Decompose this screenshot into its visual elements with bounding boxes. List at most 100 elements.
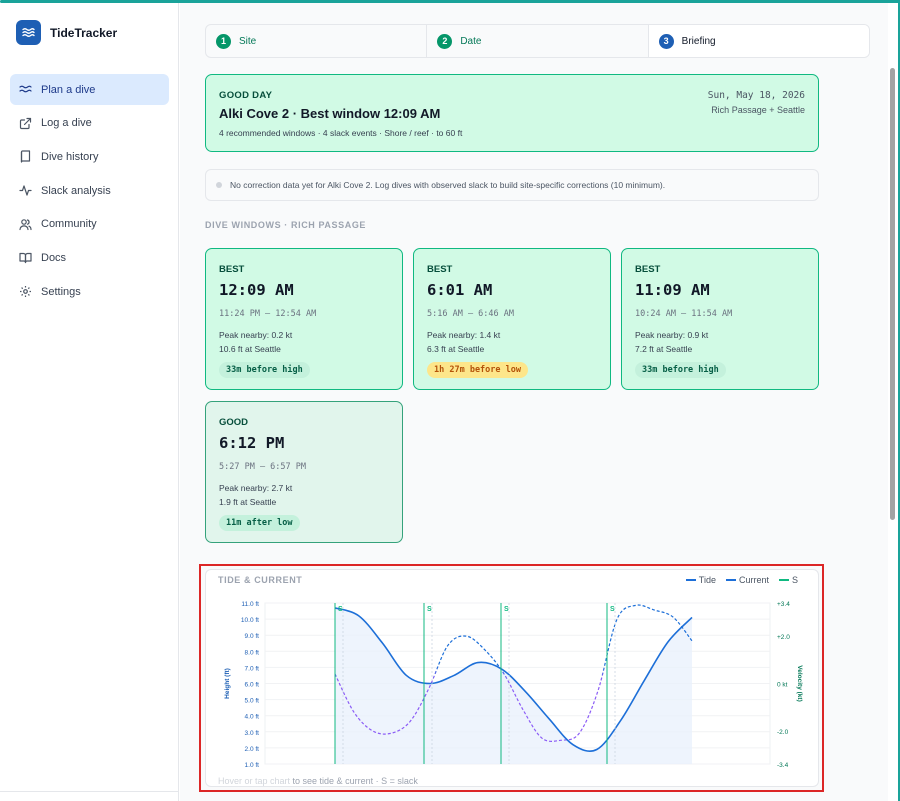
step-date[interactable]: 2 Date — [427, 25, 649, 57]
slack-label: S — [504, 606, 509, 613]
users-icon — [19, 218, 32, 230]
y-right-tick: -3.4 — [777, 762, 789, 769]
sidebar-item-plan-a-dive[interactable]: Plan a dive — [10, 74, 169, 105]
dive-window-card[interactable]: BEST 12:09 AM 11:24 PM – 12:54 AM Peak n… — [205, 248, 403, 390]
window-tide-height: 6.3 ft at Seattle — [427, 344, 485, 354]
window-timing-badge: 1h 27m before low — [427, 362, 528, 378]
chart-hint: Hover or tap chart to see tide & current… — [218, 776, 418, 786]
y-right-tick: +2.0 — [777, 634, 790, 641]
slack-label: S — [338, 606, 343, 613]
window-range: 10:24 AM – 11:54 AM — [635, 309, 733, 319]
window-timing-badge: 33m before high — [635, 362, 726, 378]
legend-item-slack: S — [778, 575, 798, 585]
window-tide-height: 1.9 ft at Seattle — [219, 497, 277, 507]
book-icon — [20, 150, 31, 163]
notice-text: No correction data yet for Alki Cove 2. … — [230, 180, 666, 190]
summary-date: Sun, May 18, 2026 — [707, 90, 805, 101]
activity-icon — [19, 185, 32, 196]
y-left-tick: 7.0 ft — [245, 665, 260, 672]
open-book-icon — [19, 253, 32, 264]
y-right-label: Velocity (kt) — [796, 665, 803, 701]
sidebar: TideTracker Plan a dive Log a dive Dive … — [0, 3, 179, 801]
chart-title: TIDE & CURRENT — [218, 575, 303, 585]
dive-windows-heading: DIVE WINDOWS · RICH PASSAGE — [205, 220, 367, 230]
window-rating: GOOD — [219, 417, 249, 428]
y-left-tick: 5.0 ft — [245, 698, 260, 705]
window-timing-badge: 11m after low — [219, 515, 300, 531]
tide-current-chart[interactable]: 11.0 ft 10.0 ft 9.0 ft 8.0 ft 7.0 ft 6.0 ft 5.… — [205, 590, 819, 775]
window-rating: BEST — [427, 264, 453, 275]
slack-label: S — [610, 606, 615, 613]
step-number: 3 — [658, 33, 674, 49]
waves-icon — [19, 85, 32, 93]
step-briefing[interactable]: 3 Briefing — [648, 25, 869, 57]
window-rating: BEST — [219, 264, 245, 275]
y-left-tick: 11.0 ft — [241, 601, 259, 608]
legend-swatch — [725, 579, 736, 581]
window-time: 6:01 AM — [427, 281, 493, 299]
brand[interactable]: TideTracker — [16, 20, 117, 45]
y-left-tick: 2.0 ft — [245, 746, 260, 753]
sidebar-item-settings[interactable]: Settings — [10, 276, 169, 307]
main-scrollbar[interactable] — [890, 68, 895, 520]
window-range: 5:27 PM – 6:57 PM — [219, 462, 306, 472]
window-rating: BEST — [635, 264, 661, 275]
dive-window-card[interactable]: BEST 11:09 AM 10:24 AM – 11:54 AM Peak n… — [621, 248, 819, 390]
sidebar-item-community[interactable]: Community — [10, 209, 169, 240]
y-left-tick: 4.0 ft — [245, 714, 260, 721]
legend-label: Tide — [698, 575, 716, 585]
dive-window-card[interactable]: BEST 6:01 AM 5:16 AM – 6:46 AM Peak near… — [413, 248, 611, 390]
legend-label: Current — [738, 575, 769, 585]
step-number: 1 — [216, 33, 231, 49]
step-label: Briefing — [681, 35, 716, 47]
sidebar-nav: Plan a dive Log a dive Dive history Slac… — [10, 74, 169, 310]
y-left-label: Height (ft) — [224, 668, 231, 699]
slack-label: S — [427, 606, 432, 613]
day-rating: GOOD DAY — [219, 90, 273, 101]
chart-legend: Tide Current S — [685, 575, 798, 585]
y-left-tick: 9.0 ft — [245, 633, 260, 640]
window-peak-current: Peak nearby: 1.4 kt — [427, 330, 501, 340]
sidebar-item-docs[interactable]: Docs — [10, 242, 169, 273]
briefing-stepper: 1 Site 2 Date 3 Briefing — [205, 24, 870, 58]
sidebar-item-label: Dive history — [41, 150, 99, 163]
sidebar-item-label: Community — [41, 218, 97, 231]
window-timing-badge: 33m before high — [219, 362, 310, 378]
legend-label: S — [791, 575, 798, 585]
sidebar-item-dive-history[interactable]: Dive history — [10, 141, 169, 172]
y-left-tick: 10.0 ft — [241, 617, 259, 624]
day-summary-card: GOOD DAY Alki Cove 2 · Best window 12:09… — [205, 74, 819, 152]
chart-hint-link[interactable]: Hover or tap chart — [218, 776, 290, 786]
window-range: 5:16 AM – 6:46 AM — [427, 309, 514, 319]
legend-swatch — [778, 579, 789, 581]
window-peak-current: Peak nearby: 0.2 kt — [219, 330, 293, 340]
step-label: Site — [239, 35, 257, 47]
window-peak-current: Peak nearby: 0.9 kt — [635, 330, 709, 340]
y-left-tick: 6.0 ft — [245, 682, 260, 689]
sidebar-item-label: Settings — [41, 285, 81, 298]
window-time: 6:12 PM — [219, 434, 285, 452]
sidebar-item-slack-analysis[interactable]: Slack analysis — [10, 175, 169, 206]
sidebar-item-log-a-dive[interactable]: Log a dive — [10, 108, 169, 139]
y-right-tick: 0 kt — [777, 682, 788, 689]
gear-icon — [20, 286, 31, 298]
window-range: 11:24 PM – 12:54 AM — [219, 309, 317, 319]
legend-item-tide: Tide — [685, 575, 716, 585]
window-time: 12:09 AM — [219, 281, 294, 299]
sidebar-footer — [0, 791, 179, 801]
step-site[interactable]: 1 Site — [206, 25, 428, 57]
window-tide-height: 7.2 ft at Seattle — [635, 344, 693, 354]
app-name: TideTracker — [50, 25, 118, 40]
sidebar-item-label: Plan a dive — [41, 83, 96, 96]
window-peak-current: Peak nearby: 2.7 kt — [219, 483, 293, 493]
info-dot-icon — [216, 182, 222, 188]
y-left-tick: 8.0 ft — [245, 649, 260, 656]
dive-window-card[interactable]: GOOD 6:12 PM 5:27 PM – 6:57 PM Peak near… — [205, 401, 403, 543]
summary-meta: 4 recommended windows · 4 slack events ·… — [219, 128, 463, 138]
window-tide-height: 10.6 ft at Seattle — [219, 344, 281, 354]
sidebar-item-label: Docs — [41, 251, 67, 264]
external-link-icon — [19, 117, 32, 129]
step-label: Date — [460, 35, 482, 47]
chart-hint-text: to see tide & current · S = slack — [290, 776, 418, 786]
waves-logo-icon — [16, 20, 41, 45]
